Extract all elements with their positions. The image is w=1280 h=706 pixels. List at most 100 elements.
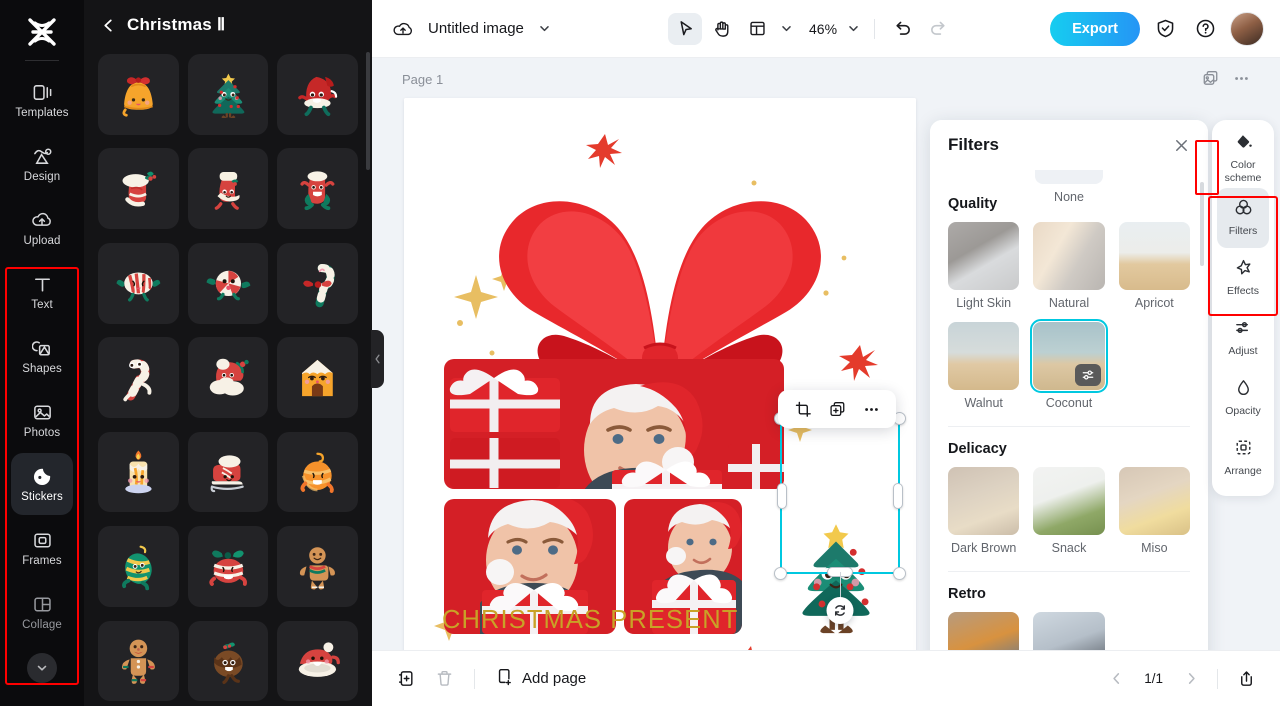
sticker-item-santa-hat-cloud[interactable] (187, 337, 269, 418)
sticker-item-bell-with-bow[interactable] (98, 54, 179, 135)
filter-label: Apricot (1134, 296, 1174, 310)
resize-handle-bottom-right[interactable] (893, 567, 906, 580)
layout-tool-button[interactable] (740, 13, 774, 45)
artwork-headline[interactable]: CHRISTMAS PRESENT (442, 606, 738, 635)
export-button[interactable]: Export (1050, 11, 1140, 46)
sidebar-item-upload[interactable]: Upload (11, 197, 73, 259)
panel-collapse-handle[interactable] (371, 330, 384, 388)
redo-button[interactable] (921, 13, 955, 45)
sticker-panel-scrollbar[interactable] (366, 52, 370, 170)
tool-adjust[interactable]: Adjust (1217, 308, 1269, 368)
filter-item-walnut[interactable]: Walnut (948, 322, 1020, 410)
duplicate-page-icon[interactable] (390, 663, 422, 695)
sticker-item-chocolate-pudding[interactable] (187, 620, 269, 702)
add-page-button[interactable]: Add page (489, 667, 592, 690)
document-title[interactable]: Untitled image (428, 20, 524, 37)
back-button[interactable] (100, 17, 117, 34)
sticker-item-ice-skate[interactable] (187, 431, 269, 513)
question-circle-icon[interactable] (1190, 14, 1220, 44)
sticker-item-green-ornament[interactable] (98, 526, 179, 607)
chevron-down-icon[interactable] (843, 22, 864, 35)
tool-opacity[interactable]: Opacity (1217, 368, 1269, 428)
filters-scrollbar[interactable] (1200, 182, 1204, 266)
sidebar-item-label: Stickers (21, 490, 63, 503)
sticker-item-gingerbread-boy[interactable] (98, 620, 179, 702)
filter-item-snack[interactable]: Snack (1033, 467, 1105, 555)
hand-tool-button[interactable] (704, 13, 738, 45)
avatar[interactable] (1230, 11, 1264, 46)
duplicate-icon[interactable] (822, 394, 852, 424)
shield-check-icon[interactable] (1150, 14, 1180, 44)
rotate-icon[interactable] (826, 597, 854, 624)
prev-page-button[interactable] (1102, 665, 1130, 693)
sticker-item-stocking-cream[interactable] (187, 148, 269, 230)
filter-label: Dark Brown (951, 541, 1017, 555)
more-horizontal-icon[interactable] (856, 394, 886, 424)
tool-effects[interactable]: Effects (1217, 248, 1269, 308)
filter-item-coconut[interactable]: Coconut (1030, 319, 1108, 410)
sidebar-item-collage[interactable]: Collage (11, 581, 73, 643)
sidebar-item-shapes[interactable]: Shapes (11, 325, 73, 387)
filter-item-apricot[interactable]: Apricot (1118, 222, 1190, 310)
duplicate-page-icon[interactable] (1202, 70, 1219, 87)
sliders-icon[interactable] (1074, 364, 1101, 386)
filter-none-row[interactable]: None (948, 170, 1190, 204)
chevron-down-icon[interactable] (776, 22, 797, 35)
filters-list[interactable]: None Quality Light Skin Natural Apricot … (930, 170, 1208, 650)
filter-item-natural[interactable]: Natural (1033, 222, 1105, 310)
select-tool-button[interactable] (668, 12, 702, 45)
resize-handle-bottom-left[interactable] (774, 567, 787, 580)
sidebar-item-photos[interactable]: Photos (11, 389, 73, 451)
filter-item-retro-2[interactable] (1033, 612, 1105, 650)
capcut-logo[interactable] (19, 10, 65, 54)
sidebar-item-design[interactable]: Design (11, 133, 73, 195)
sticker-item-santa-hat-plate[interactable] (277, 620, 358, 702)
sticker-item-candy-peppermint[interactable] (187, 242, 269, 324)
next-page-button[interactable] (1177, 665, 1205, 693)
sticker-item-candle[interactable] (98, 431, 179, 513)
filter-item-miso[interactable]: Miso (1118, 467, 1190, 555)
tool-filters[interactable]: Filters (1217, 188, 1269, 248)
sticker-item-orange-ornament[interactable] (277, 431, 358, 513)
sticker-item-gingerbread-man[interactable] (277, 526, 358, 607)
selection-frame[interactable] (774, 412, 906, 624)
tool-label: Effects (1227, 285, 1259, 298)
trash-icon[interactable] (428, 663, 460, 695)
filter-thumb (948, 222, 1020, 290)
filter-item-retro-1[interactable] (948, 612, 1020, 650)
filter-item-dark-brown[interactable]: Dark Brown (948, 467, 1020, 555)
tool-arrange[interactable]: Arrange (1217, 428, 1269, 488)
sticker-item-candy-striped[interactable] (98, 242, 179, 324)
sticker-item-candy-cane-bow[interactable] (277, 242, 358, 324)
frames-icon (32, 530, 53, 551)
sidebar-item-text[interactable]: Text (11, 261, 73, 323)
sidebar-item-frames[interactable]: Frames (11, 517, 73, 579)
sticker-item-stocking-holly[interactable] (98, 148, 179, 230)
export-up-icon[interactable] (1230, 663, 1262, 695)
chevron-down-icon[interactable] (534, 22, 555, 35)
sticker-item-stocking-skull[interactable] (277, 148, 358, 230)
crop-icon[interactable] (788, 394, 818, 424)
undo-button[interactable] (885, 13, 919, 45)
sticker-item-christmas-tree[interactable] (187, 54, 269, 135)
zoom-level[interactable]: 46% (799, 21, 841, 37)
resize-handle-right[interactable] (893, 483, 903, 509)
filters-circles-icon (1234, 198, 1253, 222)
chevron-down-icon[interactable] (27, 653, 57, 683)
close-icon[interactable] (1173, 137, 1190, 154)
sidebar-item-stickers[interactable]: Stickers (11, 453, 73, 515)
sticker-item-red-bow-ornament[interactable] (187, 526, 269, 607)
tool-color-scheme[interactable]: Color scheme (1217, 128, 1269, 188)
capcut-editor-window: Templates Design Upload Text Shapes Phot… (0, 0, 1280, 706)
left-rail: Templates Design Upload Text Shapes Phot… (0, 0, 84, 706)
sticker-item-gingerbread-house[interactable] (277, 337, 358, 418)
cloud-save-icon[interactable] (388, 14, 418, 44)
filter-thumb (1033, 612, 1105, 650)
canvas-area[interactable]: Page 1 CHRISTMAS PRESENT Filters None Qu… (372, 58, 1280, 650)
sticker-item-santa-hat-character[interactable] (277, 54, 358, 135)
more-horizontal-icon[interactable] (1233, 70, 1250, 87)
sticker-item-candy-cane-running[interactable] (98, 337, 179, 418)
sidebar-item-templates[interactable]: Templates (11, 69, 73, 131)
filter-item-light-skin[interactable]: Light Skin (948, 222, 1020, 310)
resize-handle-left[interactable] (777, 483, 787, 509)
